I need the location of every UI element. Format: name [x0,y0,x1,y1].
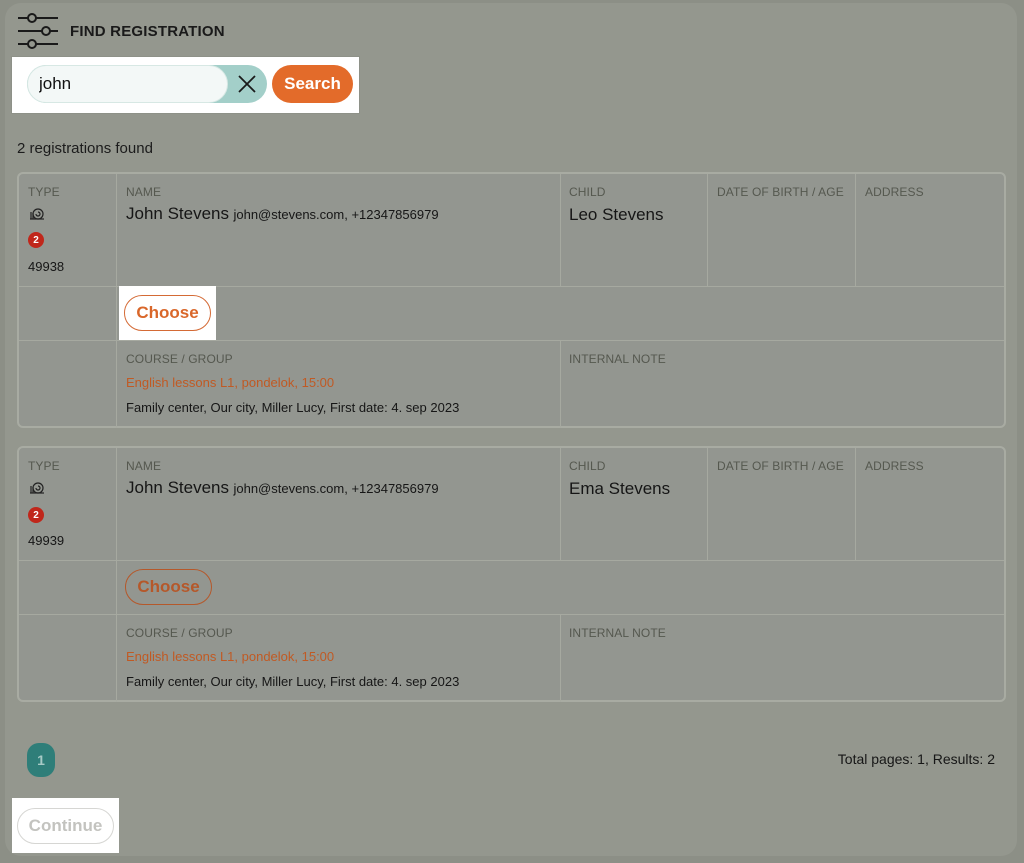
close-icon [238,75,256,93]
continue-highlight: Continue [12,798,119,853]
child-label: CHILD [569,185,606,199]
course-link[interactable]: English lessons L1, pondelok, 15:00 [126,375,334,390]
type-label: TYPE [28,185,60,199]
snail-icon [30,482,44,494]
name-label: NAME [126,459,162,473]
course-detail: Family center, Our city, Miller Lucy, Fi… [126,674,460,689]
parent-name: John Stevens [126,204,230,223]
address-label: ADDRESS [865,185,924,199]
child-name: Leo Stevens [569,205,664,224]
search-field [27,65,267,103]
name-label: NAME [126,185,162,199]
child-name: Ema Stevens [569,479,671,498]
results-count: 2 registrations found [17,140,153,157]
registration-id: 49939 [28,533,65,548]
note-label: INTERNAL NOTE [569,352,666,366]
sliders-icon [18,13,58,49]
parent-info: John Stevens john@stevens.com, +12347856… [126,204,439,224]
registration-card: TYPE 2 49938 NAME John Stevens john@stev… [17,172,1006,428]
parent-name: John Stevens [126,478,230,497]
parent-info: John Stevens john@stevens.com, +12347856… [126,478,439,498]
address-label: ADDRESS [865,459,924,473]
snail-icon [30,208,44,220]
course-label: COURSE / GROUP [126,352,233,366]
header: FIND REGISTRATION [17,13,225,49]
parent-contact: john@stevens.com, +12347856979 [233,481,439,496]
type-label: TYPE [28,459,60,473]
page-title: FIND REGISTRATION [70,22,225,40]
page-1-button[interactable]: 1 [27,743,55,777]
count-badge: 2 [28,232,44,248]
clear-search-button[interactable] [233,70,261,98]
choose-button[interactable]: Choose [125,569,212,605]
registration-id: 49938 [28,259,65,274]
course-label: COURSE / GROUP [126,626,233,640]
choose-button[interactable]: Choose [124,295,211,331]
search-bar: Search [12,57,359,113]
search-button[interactable]: Search [272,65,353,103]
choose-highlight: Choose [119,286,216,340]
count-badge: 2 [28,507,44,523]
parent-contact: john@stevens.com, +12347856979 [233,207,439,222]
dob-label: DATE OF BIRTH / AGE [717,459,844,473]
continue-button[interactable]: Continue [17,808,114,844]
course-link[interactable]: English lessons L1, pondelok, 15:00 [126,649,334,664]
pagination-totals: Total pages: 1, Results: 2 [837,751,995,767]
dob-label: DATE OF BIRTH / AGE [717,185,844,199]
course-detail: Family center, Our city, Miller Lucy, Fi… [126,400,460,415]
find-registration-panel [5,3,1017,856]
note-label: INTERNAL NOTE [569,626,666,640]
child-label: CHILD [569,459,606,473]
search-input[interactable] [27,65,228,103]
registration-card: TYPE 2 49939 NAME John Stevens john@stev… [17,446,1006,702]
